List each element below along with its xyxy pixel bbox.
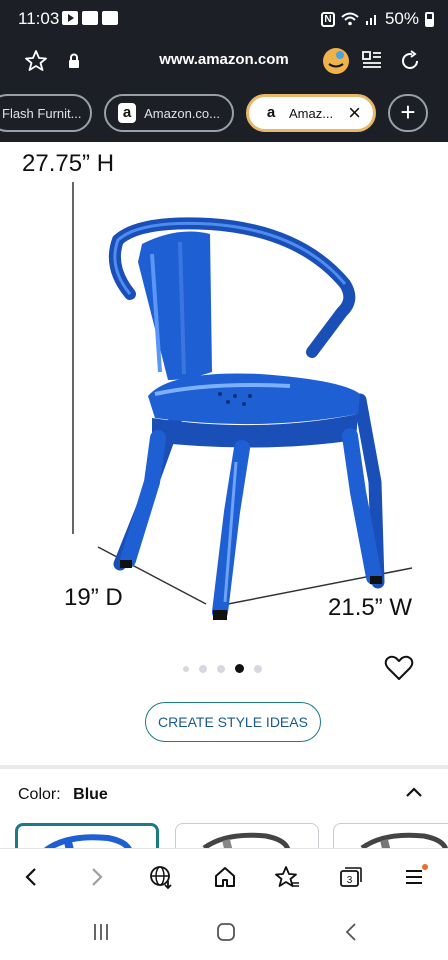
- home-nav-icon[interactable]: [214, 920, 238, 944]
- browser-toolbar: 3: [0, 848, 448, 904]
- gallery-icon: [102, 11, 118, 25]
- tab-amazon-active[interactable]: a Amaz... ×: [246, 94, 376, 132]
- amazon-logo-icon: a: [118, 103, 137, 123]
- swatch-thumbnail: [360, 832, 448, 848]
- tab-label: Amaz...: [289, 105, 334, 121]
- color-label: Color:: [18, 786, 61, 803]
- section-divider: [0, 765, 448, 769]
- battery-percent: 50%: [384, 9, 419, 28]
- carousel-dot[interactable]: [217, 664, 225, 673]
- carousel-dot[interactable]: [199, 664, 207, 673]
- home-icon[interactable]: [210, 862, 240, 892]
- forward-icon[interactable]: [82, 862, 112, 892]
- menu-icon[interactable]: [400, 862, 430, 892]
- system-indicators: N 50%: [320, 9, 434, 29]
- reader-mode-icon[interactable]: [358, 47, 386, 75]
- youtube-icon: [62, 11, 78, 25]
- back-nav-icon[interactable]: [340, 920, 364, 944]
- signal-icon: [365, 15, 376, 25]
- product-page: 27.75” H 19” D 21.5” W CREATE STYLE IDEA…: [0, 142, 448, 848]
- dimension-height: 27.75” H: [22, 150, 115, 177]
- amazon-extension-icon[interactable]: [322, 47, 350, 75]
- back-icon[interactable]: [16, 862, 46, 892]
- tabs-icon[interactable]: 3: [336, 862, 366, 892]
- nfc-icon: N: [320, 11, 335, 27]
- system-navigation: [0, 904, 448, 960]
- refresh-icon[interactable]: [396, 47, 424, 75]
- dimension-depth: 19” D: [64, 584, 123, 611]
- bookmarks-icon[interactable]: [272, 862, 302, 892]
- amazon-logo-icon: a: [266, 104, 276, 121]
- image-carousel-dots: [183, 664, 262, 673]
- tab-amazon[interactable]: a Amazon.co...: [104, 94, 234, 132]
- swatch-thumbnail: [202, 832, 290, 848]
- status-bar: 11:03 N 50%: [0, 0, 448, 38]
- url-bar: www.amazon.com: [0, 38, 448, 84]
- notification-icons: [62, 11, 118, 25]
- carousel-dot[interactable]: [183, 665, 189, 672]
- heart-icon[interactable]: [384, 654, 414, 682]
- color-swatch-blue[interactable]: [15, 823, 159, 848]
- new-tab-button[interactable]: +: [388, 94, 428, 132]
- swatch-thumbnail: [44, 834, 132, 848]
- app-notification-icon: [82, 11, 98, 25]
- globe-download-icon[interactable]: [146, 862, 176, 892]
- color-swatch-silver[interactable]: [175, 823, 319, 848]
- chevron-up-icon[interactable]: [404, 782, 424, 802]
- carousel-dot-active[interactable]: [235, 664, 244, 673]
- tab-label: Flash Furnit...: [2, 105, 82, 121]
- product-image[interactable]: [60, 182, 440, 622]
- clock: 11:03: [18, 9, 60, 28]
- dimension-width: 21.5” W: [328, 594, 413, 621]
- tab-strip: Flash Furnit... a Amazon.co... a Amaz...…: [0, 84, 448, 142]
- recent-apps-icon[interactable]: [89, 920, 113, 944]
- wifi-icon: [341, 12, 359, 26]
- create-style-ideas-button[interactable]: CREATE STYLE IDEAS: [145, 702, 321, 742]
- carousel-dot[interactable]: [254, 664, 262, 673]
- tab-count: 3: [347, 875, 353, 886]
- color-selector: Color: Blue: [18, 786, 108, 804]
- close-tab-icon[interactable]: ×: [348, 102, 361, 124]
- color-value: Blue: [73, 786, 108, 803]
- battery-icon: [425, 11, 434, 27]
- color-swatch-other[interactable]: [333, 823, 448, 848]
- tab-flash-furniture[interactable]: Flash Furnit...: [0, 94, 92, 132]
- tab-label: Amazon.co...: [144, 105, 220, 121]
